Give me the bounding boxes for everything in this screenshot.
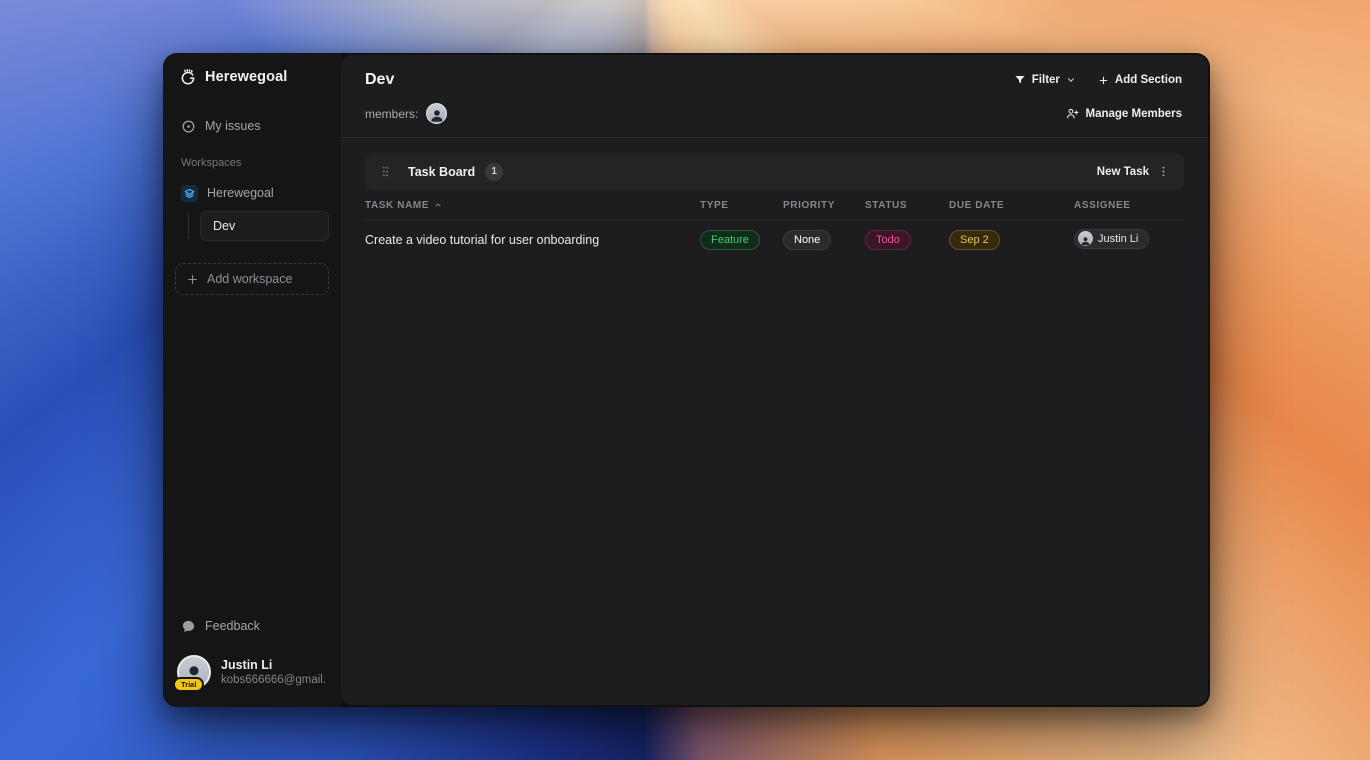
user-email: kobs666666@gmail.... bbox=[221, 674, 327, 686]
section-menu-icon[interactable] bbox=[1157, 164, 1170, 179]
drag-handle-icon[interactable] bbox=[379, 164, 392, 179]
member-avatar[interactable] bbox=[426, 103, 448, 124]
section-title: Task Board bbox=[408, 164, 476, 179]
column-header-task-name[interactable]: TASK NAME bbox=[365, 200, 700, 211]
workspace-name: Herewegoal bbox=[207, 186, 274, 200]
priority-badge[interactable]: None bbox=[783, 230, 832, 250]
sidebar-item-project-dev[interactable]: Dev bbox=[200, 211, 329, 241]
user-avatar-wrap: Trial bbox=[173, 655, 211, 692]
filter-label: Filter bbox=[1031, 74, 1060, 86]
column-header-status[interactable]: STATUS bbox=[865, 200, 949, 211]
task-row[interactable]: Create a video tutorial for user onboard… bbox=[365, 221, 1184, 259]
user-profile[interactable]: Trial Justin Li kobs666666@gmail.... bbox=[173, 653, 329, 693]
circle-dot-icon bbox=[181, 119, 196, 134]
sidebar-item-workspace[interactable]: Herewegoal bbox=[175, 178, 329, 208]
app-window: Herewegoal My issues Workspaces Herewego… bbox=[163, 53, 1210, 707]
page-title: Dev bbox=[365, 71, 395, 88]
speech-bubble-icon bbox=[181, 619, 196, 634]
new-task-button[interactable]: New Task bbox=[1097, 166, 1149, 178]
manage-members-button[interactable]: Manage Members bbox=[1064, 103, 1184, 124]
chevron-down-icon bbox=[1066, 75, 1076, 85]
project-name: Dev bbox=[213, 219, 236, 233]
filter-button[interactable]: Filter bbox=[1012, 70, 1078, 90]
table-header-row: TASK NAME TYPE PRIORITY STATUS DUE DATE … bbox=[365, 190, 1184, 221]
due-date-badge[interactable]: Sep 2 bbox=[949, 230, 1000, 250]
task-name[interactable]: Create a video tutorial for user onboard… bbox=[365, 233, 700, 247]
add-workspace-button[interactable]: Add workspace bbox=[175, 263, 329, 295]
manage-members-label: Manage Members bbox=[1085, 107, 1182, 120]
sort-ascending-icon bbox=[433, 200, 443, 210]
fist-logo-icon bbox=[179, 68, 197, 86]
task-count-badge: 1 bbox=[485, 162, 504, 181]
add-section-button[interactable]: Add Section bbox=[1096, 70, 1184, 90]
main-header: Dev Filter Add Section members: Manage M… bbox=[341, 55, 1208, 137]
trial-plan-badge: Trial bbox=[173, 676, 205, 692]
plus-icon bbox=[186, 273, 199, 286]
main-panel: Dev Filter Add Section members: Manage M… bbox=[341, 55, 1208, 705]
workspace-layers-icon bbox=[181, 184, 198, 202]
sidebar: Herewegoal My issues Workspaces Herewego… bbox=[163, 53, 341, 707]
board-section-header: Task Board 1 New Task bbox=[365, 153, 1184, 190]
funnel-icon bbox=[1014, 74, 1026, 86]
feedback-label: Feedback bbox=[205, 619, 260, 633]
workspace-tree: Dev bbox=[175, 211, 329, 241]
feedback-button[interactable]: Feedback bbox=[175, 611, 329, 641]
plus-icon bbox=[1098, 75, 1109, 86]
app-title: Herewegoal bbox=[205, 69, 288, 85]
column-header-type[interactable]: TYPE bbox=[700, 200, 783, 211]
task-board: Task Board 1 New Task TASK NAME TYPE PRI… bbox=[341, 138, 1208, 705]
user-name: Justin Li bbox=[221, 658, 273, 672]
column-header-assignee[interactable]: ASSIGNEE bbox=[1074, 200, 1184, 211]
desktop-wallpaper: { "sidebar": { "brand": "Herewegoal", "m… bbox=[0, 0, 1370, 760]
my-issues-label: My issues bbox=[205, 119, 261, 133]
column-header-due-date[interactable]: DUE DATE bbox=[949, 200, 1074, 211]
workspaces-section-label: Workspaces bbox=[181, 157, 242, 169]
status-badge[interactable]: Todo bbox=[865, 230, 911, 250]
app-brand: Herewegoal bbox=[175, 68, 329, 86]
tree-indent-line bbox=[188, 213, 189, 239]
add-workspace-label: Add workspace bbox=[207, 272, 293, 286]
user-meta: Justin Li kobs666666@gmail.... bbox=[221, 658, 327, 686]
members-label: members: bbox=[365, 106, 419, 121]
assignee-name: Justin Li bbox=[1098, 232, 1139, 245]
assignee-badge[interactable]: Justin Li bbox=[1074, 228, 1150, 249]
add-section-label: Add Section bbox=[1114, 74, 1182, 86]
assignee-avatar bbox=[1078, 231, 1093, 247]
type-badge[interactable]: Feature bbox=[700, 230, 760, 250]
column-header-priority[interactable]: PRIORITY bbox=[783, 200, 865, 211]
sidebar-item-my-issues[interactable]: My issues bbox=[175, 111, 329, 141]
user-plus-icon bbox=[1066, 107, 1079, 120]
